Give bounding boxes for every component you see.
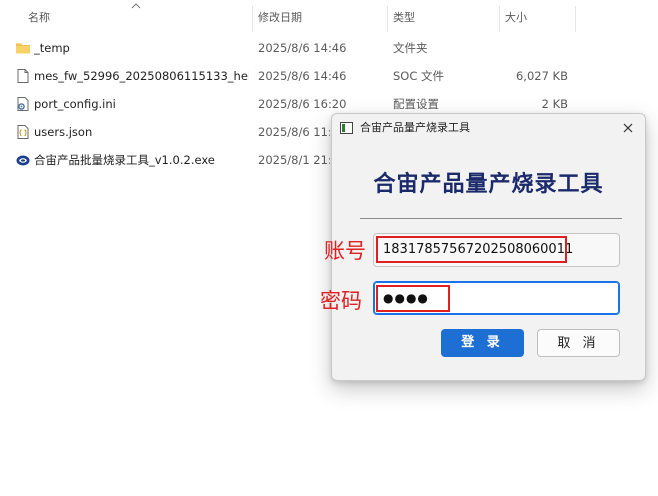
dialog-titlebar[interactable]: 合宙产品量产烧录工具 <box>332 114 645 142</box>
column-separator[interactable] <box>575 6 576 32</box>
column-separator[interactable] <box>499 6 500 32</box>
close-icon[interactable] <box>617 117 639 139</box>
file-row[interactable]: mes_fw_52996_20250806115133_hel... 2025/… <box>0 62 658 90</box>
file-date: 2025/8/6 11:5 <box>258 125 330 139</box>
divider <box>360 218 622 219</box>
file-name: port_config.ini <box>34 97 116 111</box>
app-window-icon <box>340 122 353 134</box>
dialog-heading: 合宙产品量产烧录工具 <box>373 172 604 197</box>
account-label: 账号 <box>324 239 366 263</box>
file-type: SOC 文件 <box>393 69 445 83</box>
file-name: mes_fw_52996_20250806115133_hel... <box>34 69 249 83</box>
file-name: _temp <box>34 41 70 55</box>
account-input[interactable]: 18317857567202508060011 <box>373 233 620 267</box>
file-date: 2025/8/6 14:46 <box>258 69 347 83</box>
settings-file-icon <box>17 97 29 111</box>
file-size: 6,027 KB <box>515 69 568 83</box>
file-name: users.json <box>34 125 93 139</box>
file-size <box>500 34 568 62</box>
file-type: 文件夹 <box>393 41 428 55</box>
password-label: 密码 <box>320 289 362 313</box>
file-icon <box>17 69 29 83</box>
column-header-size[interactable]: 大小 <box>505 0 527 36</box>
sort-ascending-icon <box>131 3 141 9</box>
cancel-button[interactable]: 取 消 <box>537 329 620 357</box>
column-header-type[interactable]: 类型 <box>393 0 415 36</box>
json-file-icon <box>17 125 29 139</box>
file-row[interactable]: _temp 2025/8/6 14:46 文件夹 <box>0 34 658 62</box>
column-header-name[interactable]: 名称 <box>28 0 50 36</box>
login-button[interactable]: 登 录 <box>441 329 524 357</box>
column-separator[interactable] <box>387 6 388 32</box>
column-header-date[interactable]: 修改日期 <box>258 0 302 36</box>
column-separator[interactable] <box>252 6 253 32</box>
file-date: 2025/8/1 21:1 <box>258 153 330 167</box>
file-name: 合宙产品批量烧录工具_v1.0.2.exe <box>34 153 215 167</box>
password-input[interactable]: ●●●● <box>373 281 620 315</box>
file-date: 2025/8/6 14:46 <box>258 41 347 55</box>
dialog-title: 合宙产品量产烧录工具 <box>360 121 470 134</box>
app-exe-icon <box>16 155 30 166</box>
folder-icon <box>16 43 30 54</box>
